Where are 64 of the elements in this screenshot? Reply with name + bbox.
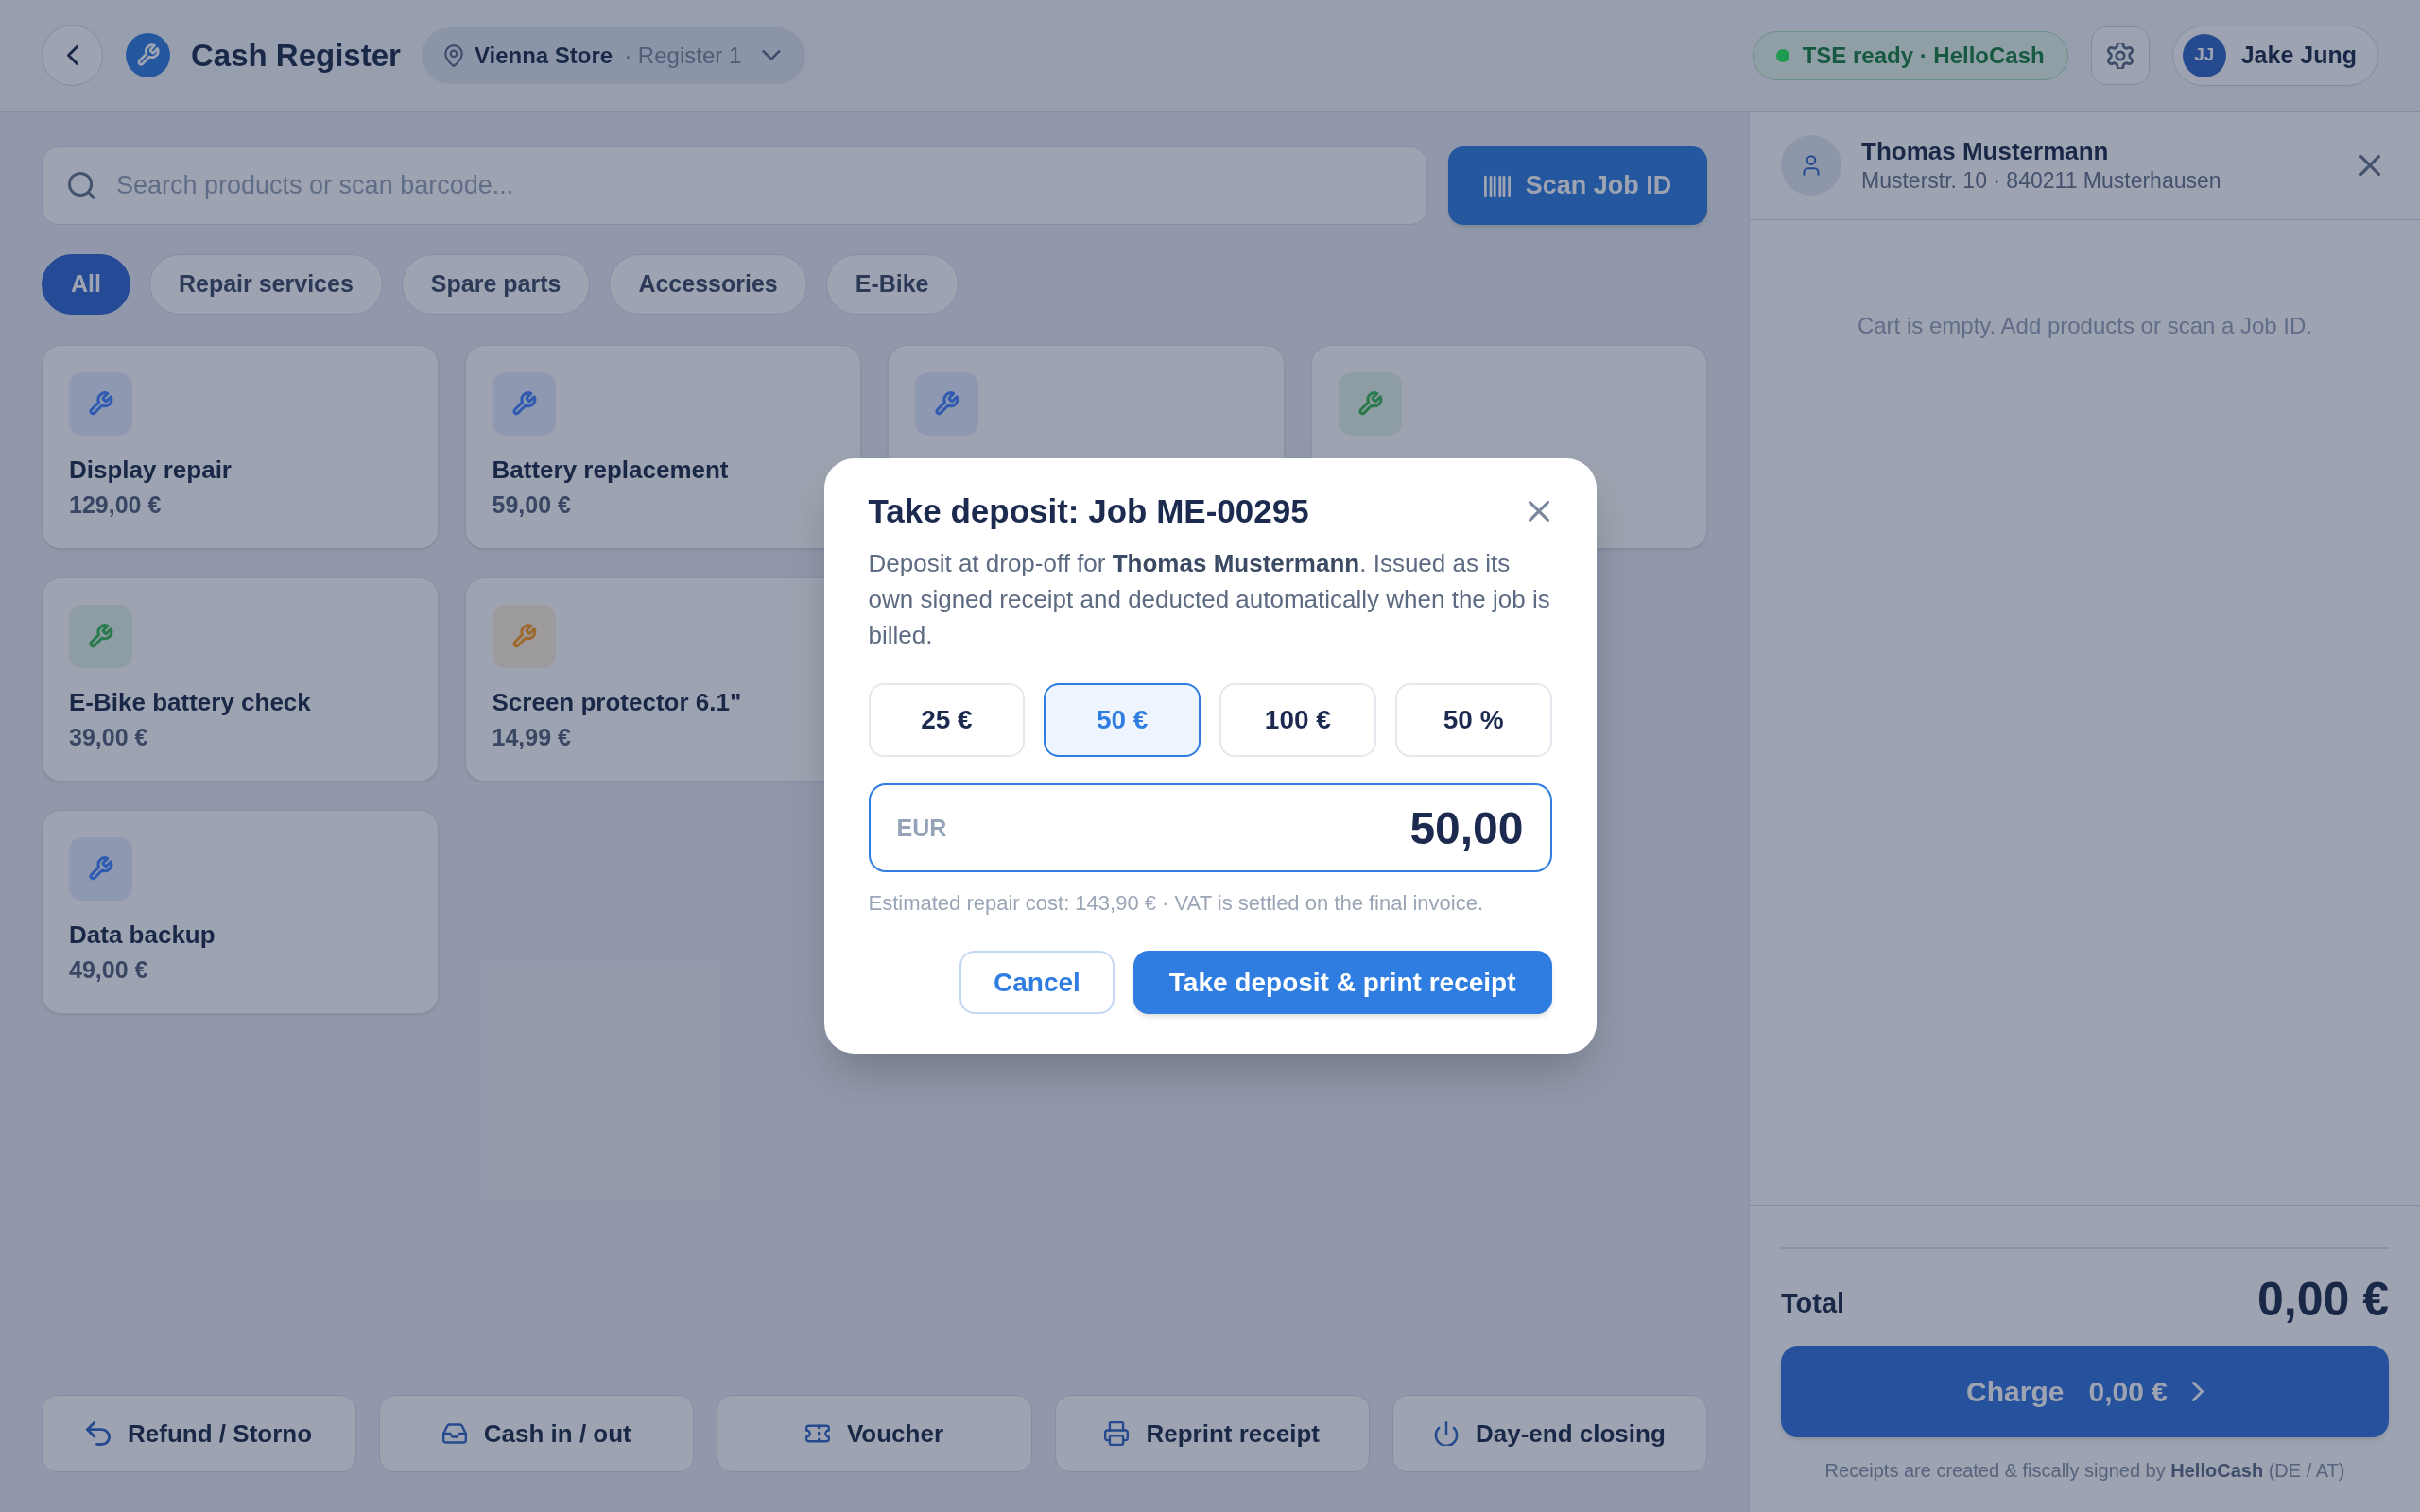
product-price: 59,00 € [492, 490, 571, 519]
amount-preset-button[interactable]: 50 € [1044, 683, 1201, 757]
close-icon [2360, 155, 2380, 176]
product-name: Battery replacement [492, 455, 729, 485]
chevron-right-icon [2191, 1382, 2204, 1401]
total-label: Total [1781, 1287, 1845, 1321]
reprint-receipt-button[interactable]: Reprint receipt [1054, 1395, 1370, 1472]
charge-button[interactable]: Charge 0,00 € [1781, 1346, 2389, 1437]
product-card[interactable]: Data backup 49,00 € [42, 810, 439, 1014]
dialog-title: Take deposit: Job ME-00295 [868, 491, 1309, 531]
amount-preset-button[interactable]: 25 € [868, 683, 1026, 757]
person-icon [1781, 135, 1841, 196]
map-pin-icon [443, 43, 463, 67]
customer-name: Thomas Mustermann [1861, 136, 2110, 166]
product-price: 129,00 € [69, 490, 162, 519]
amount-preset-button[interactable]: 100 € [1219, 683, 1376, 757]
empty-cart-message: Cart is empty. Add products or scan a Job ID. [1857, 312, 2313, 340]
user-name: Jake Jung [2240, 40, 2357, 70]
footer-note: Receipts are created & fiscally signed by HelloCash (DE / AT) [1824, 1459, 2346, 1483]
product-card[interactable]: Battery replacement 59,00 € [464, 345, 861, 549]
filter-chip[interactable]: Spare parts [401, 254, 591, 315]
logo-icon [126, 33, 170, 77]
search-field[interactable]: Search products or scan barcode... [42, 146, 1427, 225]
product-price: 14,99 € [492, 723, 571, 751]
filter-chip[interactable]: All [42, 254, 130, 315]
power-icon [1434, 1421, 1459, 1446]
product-card[interactable]: Display repair 129,00 € [42, 345, 439, 549]
amount-preset-button[interactable]: 50 % [1394, 683, 1552, 757]
filter-chip[interactable]: Repair services [148, 254, 383, 315]
close-icon [1528, 501, 1549, 522]
barcode-icon [1483, 174, 1511, 198]
product-price: 49,00 € [69, 955, 148, 984]
product-price: 39,00 € [69, 723, 148, 751]
customer-address: Musterstr. 10 · 840211 Musterhausen [1861, 167, 2222, 195]
dialog-hint: Estimated repair cost: 143,90 € · VAT is settled on the final invoice. [868, 891, 1485, 916]
chevron-left-icon [66, 45, 78, 65]
cancel-button[interactable]: Cancel [959, 951, 1115, 1014]
app-title: Cash Register [191, 36, 401, 75]
chevron-down-icon [762, 50, 782, 60]
confirm-button[interactable]: Take deposit & print receipt [1132, 951, 1552, 1014]
search-icon [68, 172, 95, 199]
day-end-closing-button[interactable]: Day-end closing [1392, 1395, 1707, 1472]
settings-icon [2106, 42, 2134, 69]
location-selector[interactable]: Vienna Store · Register 1 [421, 26, 806, 84]
filter-chip[interactable]: E-Bike [825, 254, 959, 315]
currency-label: EUR [896, 814, 947, 842]
settings-button[interactable] [2090, 26, 2150, 85]
printer-icon [1104, 1421, 1130, 1446]
status-label: TSE ready · HelloCash [1802, 41, 2045, 70]
product-card[interactable]: E-Bike battery check 39,00 € [42, 577, 439, 782]
product-name: Display repair [69, 455, 232, 485]
total-amount: 0,00 € [2257, 1271, 2389, 1328]
tray-icon [441, 1421, 467, 1446]
voucher-button[interactable]: Voucher [717, 1395, 1032, 1472]
filter-chip[interactable]: Accessories [609, 254, 807, 315]
undo-arrow-icon [86, 1421, 112, 1446]
product-name: E-Bike battery check [69, 687, 311, 717]
dialog-description: Deposit at drop-off for Thomas Mustermann. Issued as its own signed receipt and deducted automatically when the job is billed. [868, 548, 1551, 651]
refund-button[interactable]: Refund / Storno [42, 1395, 357, 1472]
cash-in-out-button[interactable]: Cash in / out [379, 1395, 695, 1472]
product-name: Data backup [69, 919, 216, 950]
product-name: Screen protector 6.1" [492, 687, 742, 717]
user-menu-button[interactable]: JJ Jake Jung [2171, 25, 2378, 86]
user-avatar: JJ [2182, 33, 2226, 77]
